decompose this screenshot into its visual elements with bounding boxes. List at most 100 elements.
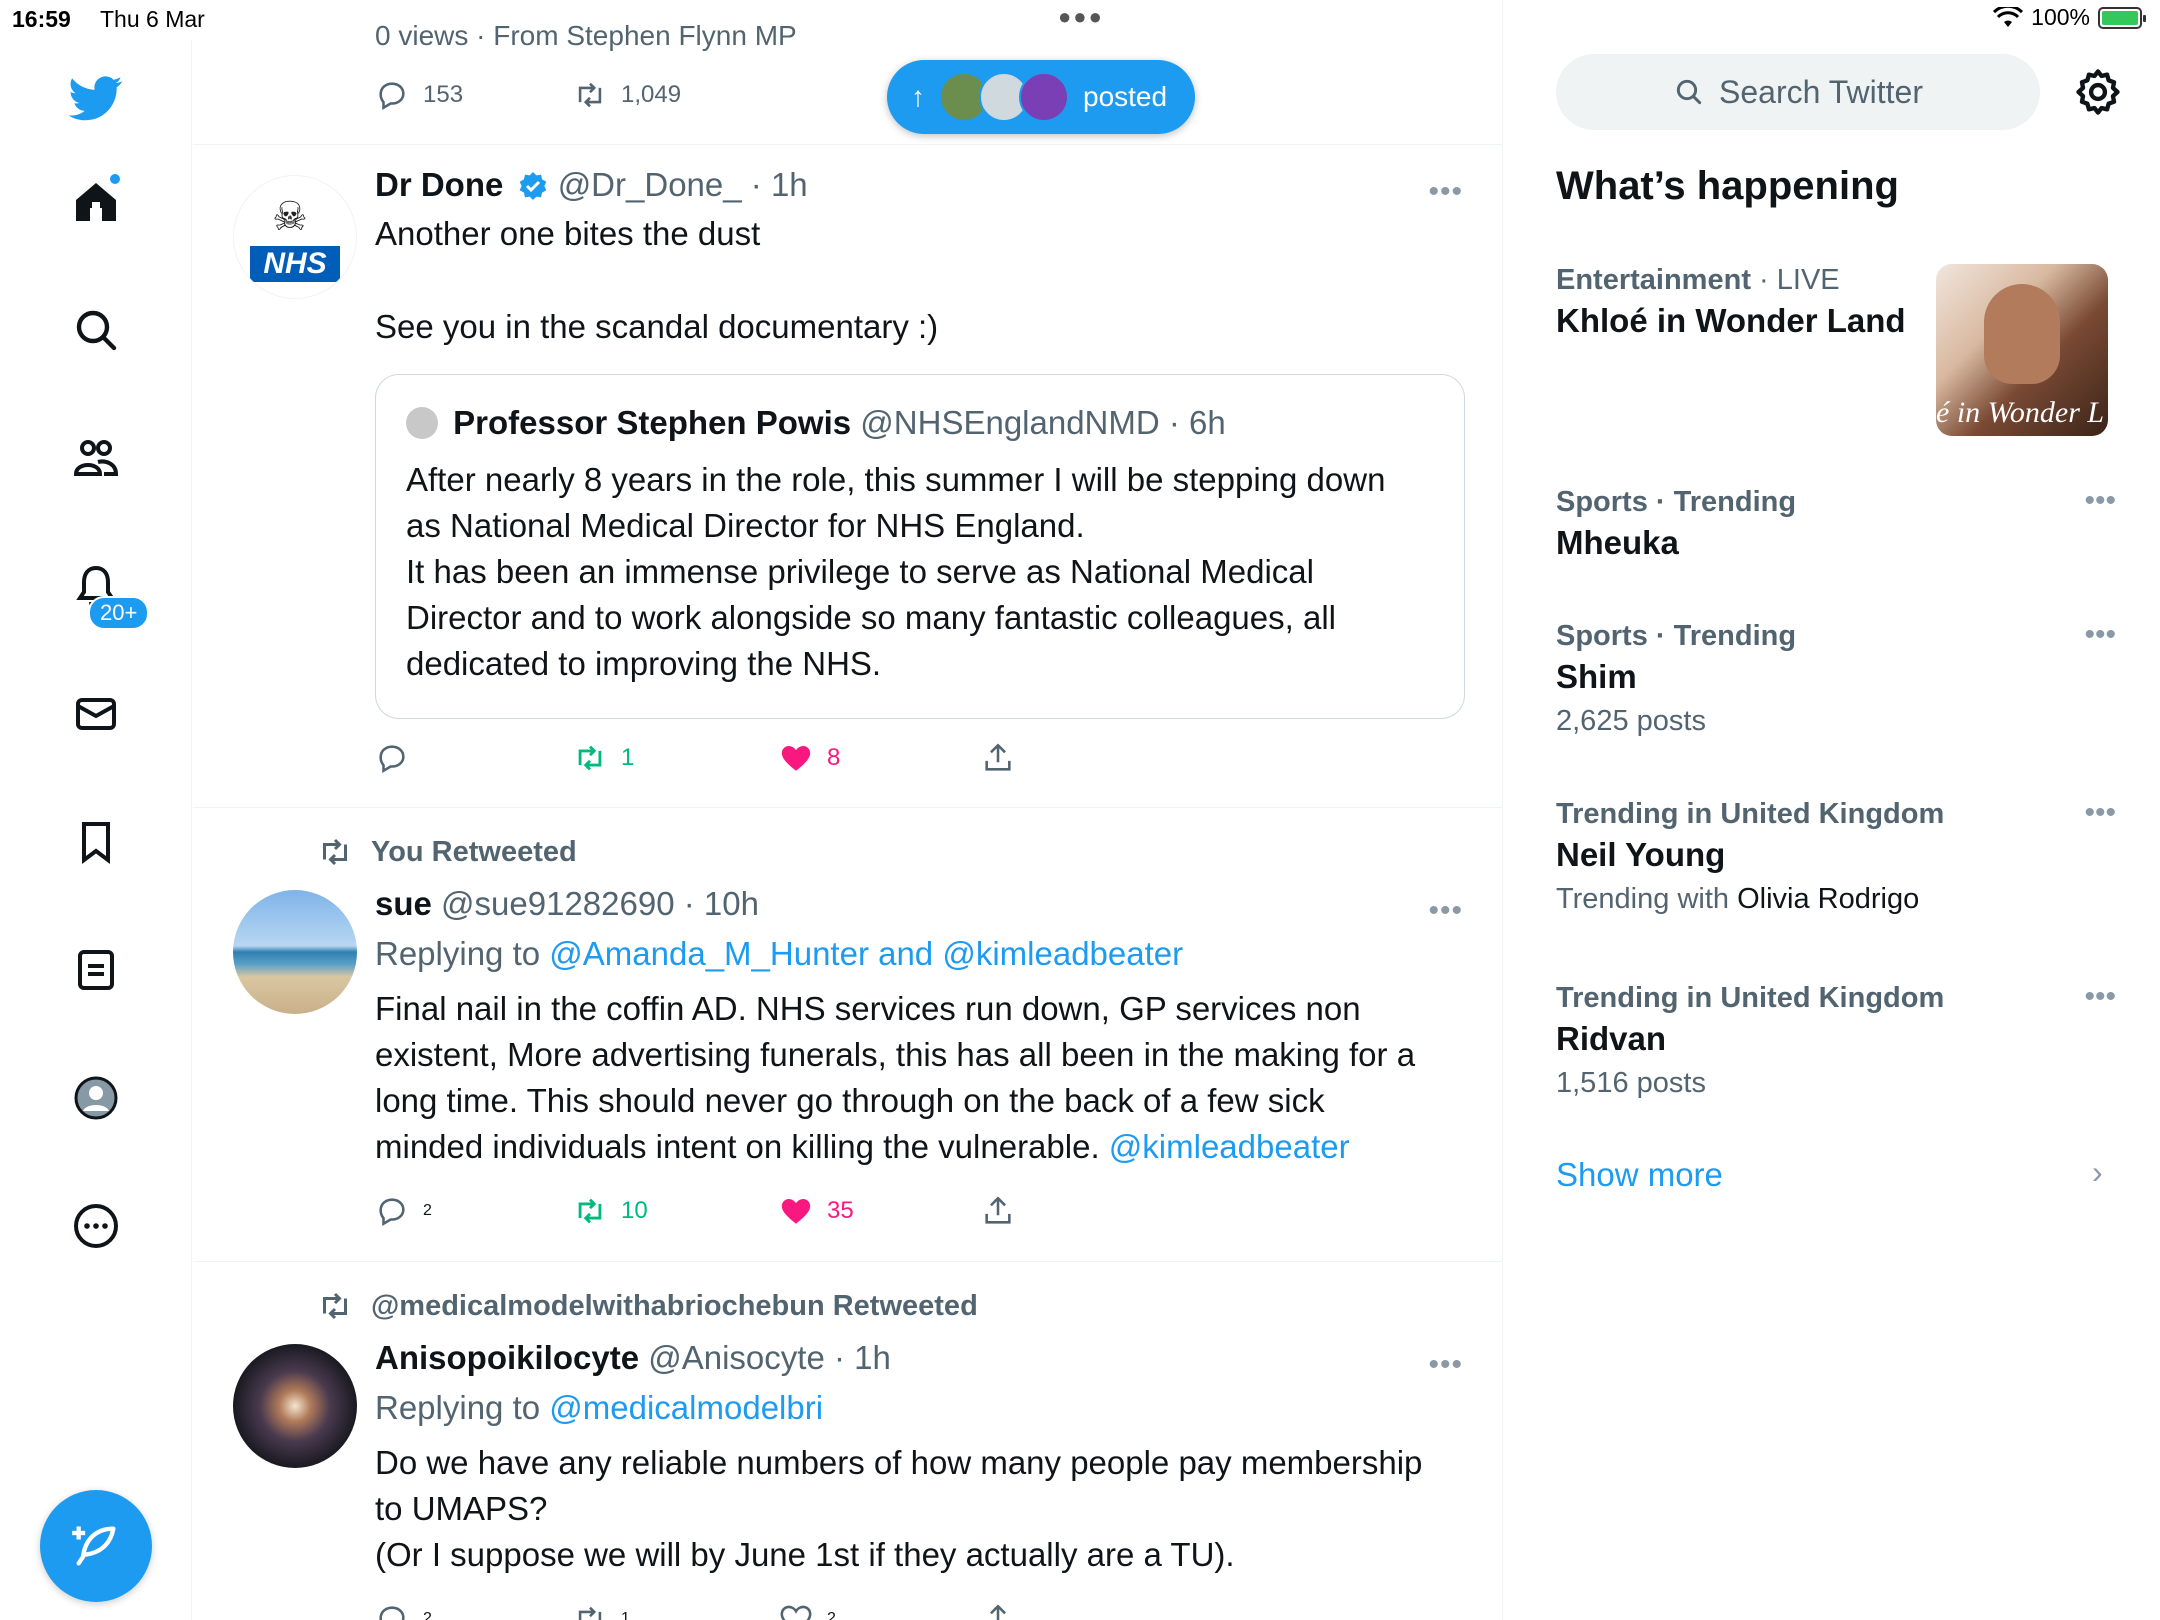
messages-envelope-icon[interactable] (64, 682, 128, 746)
tweet-more-options-icon[interactable]: ••• (1428, 1348, 1463, 1382)
avatar[interactable] (233, 890, 357, 1014)
trend-category-label: Entertainment (1556, 264, 1751, 296)
reply-button[interactable]: 2 (375, 1194, 432, 1228)
reply-button[interactable] (375, 741, 409, 775)
tweet-time[interactable]: · 1h (751, 166, 808, 203)
timeline[interactable]: 0 views · From Stephen Flynn MP 153 1,04… (193, 0, 1503, 1620)
trend-more-options-icon[interactable]: ••• (2084, 484, 2116, 518)
mention-link[interactable]: @kimleadbeater (1109, 1128, 1350, 1165)
like-button[interactable]: 8 (779, 741, 840, 775)
search-icon (1676, 79, 1702, 105)
retweet-button[interactable]: 1 (573, 741, 634, 775)
arrow-up-icon: ↑ (911, 81, 925, 112)
tweet[interactable]: ☠ NHS Dr Done @Dr_Done_ · 1h Another one… (193, 145, 1502, 808)
tweet-more-options-icon[interactable]: ••• (1428, 894, 1463, 928)
more-options-icon[interactable] (64, 1194, 128, 1258)
tweet-text-line: Do we have any reliable numbers of how m… (375, 1444, 1423, 1481)
author-name[interactable]: Dr Done (375, 166, 503, 203)
wifi-icon (1993, 6, 2024, 27)
quote-text-line: Director and to work alongside so many f… (406, 599, 1336, 636)
share-button[interactable] (981, 741, 1015, 775)
tweet-body: sue @sue91282690 · 10h Replying to @Aman… (375, 884, 1465, 1170)
author-handle[interactable]: @Anisocyte (648, 1339, 825, 1376)
trend-image[interactable]: é in Wonder L (1936, 264, 2108, 436)
retweet-icon (578, 745, 602, 771)
retweet-button[interactable]: 10 (573, 1194, 648, 1228)
trend-item[interactable]: Trending in United Kingdom Neil Young Tr… (1556, 796, 2116, 920)
explore-search-icon[interactable] (64, 298, 128, 362)
trend-live-label: · LIVE (1750, 264, 1840, 296)
retweeted-by-label[interactable]: You Retweeted (371, 836, 577, 869)
tweet-time[interactable]: · 1h (834, 1339, 891, 1376)
retweeted-by: @medicalmodelwithabriochebun Retweeted (317, 1288, 978, 1324)
pill-avatar (1019, 72, 1069, 122)
reply-button[interactable]: 153 (375, 78, 463, 112)
chevron-right-icon[interactable]: › (2092, 1154, 2103, 1191)
pill-avatars (939, 72, 1069, 122)
retweet-button[interactable]: 1 (573, 1602, 630, 1620)
bookmarks-icon[interactable] (64, 810, 128, 874)
author-handle[interactable]: @Dr_Done_ (558, 166, 742, 203)
tweet-header: Anisopoikilocyte @Anisocyte · 1h (375, 1338, 1465, 1378)
share-icon (985, 1196, 1011, 1224)
trend-more-options-icon[interactable]: ••• (2084, 796, 2116, 830)
author-name[interactable]: sue (375, 885, 432, 922)
battery-percent: 100% (2031, 4, 2090, 30)
trend-item[interactable]: Sports · Trending Shim 2,625 posts ••• (1556, 618, 2116, 742)
trend-more-options-icon[interactable]: ••• (2084, 618, 2116, 652)
show-more-link[interactable]: Show more (1556, 1156, 1723, 1194)
status-right: 100% (1993, 4, 2146, 31)
share-button[interactable] (981, 1194, 1015, 1228)
tweet[interactable]: You Retweeted sue @sue91282690 · 10h Rep… (193, 808, 1502, 1262)
share-icon (985, 743, 1011, 771)
replying-to-mentions[interactable]: @medicalmodelbri (549, 1389, 823, 1426)
home-unread-dot (108, 172, 122, 186)
retweeted-by: You Retweeted (317, 834, 577, 870)
trend-title: Neil Young (1556, 836, 1726, 873)
avatar[interactable] (233, 1344, 357, 1468)
like-button[interactable]: 35 (779, 1194, 854, 1228)
lists-icon[interactable] (64, 938, 128, 1002)
author-handle[interactable]: @sue91282690 (441, 885, 675, 922)
new-posts-pill[interactable]: ↑ posted (887, 60, 1195, 134)
heart-outline-icon (780, 1605, 812, 1620)
tweet-more-options-icon[interactable]: ••• (1428, 175, 1463, 209)
quote-text-line: After nearly 8 years in the role, this s… (406, 461, 1386, 498)
replying-to-label: Replying to (375, 1389, 541, 1426)
communities-icon[interactable] (64, 426, 128, 490)
trend-post-count: 2,625 posts (1556, 705, 1706, 737)
retweet-small-icon (323, 838, 347, 866)
quote-tweet[interactable]: Professor Stephen Powis @NHSEnglandNMD ·… (375, 374, 1465, 719)
like-button[interactable]: 2 (779, 1602, 836, 1620)
replying-to-mentions[interactable]: @Amanda_M_Hunter and @kimleadbeater (549, 935, 1183, 972)
retweeted-by-label[interactable]: @medicalmodelwithabriochebun Retweeted (371, 1290, 978, 1323)
tweet-text-line: Another one bites the dust (375, 215, 761, 252)
trend-item[interactable]: Trending in United Kingdom Ridvan 1,516 … (1556, 980, 2116, 1104)
retweet-icon (578, 82, 602, 108)
settings-gear-icon[interactable] (2072, 66, 2124, 118)
twitter-logo-icon[interactable] (64, 66, 128, 130)
tweet-partial[interactable]: 0 views · From Stephen Flynn MP 153 1,04… (193, 0, 1502, 145)
avatar[interactable]: ☠ NHS (233, 175, 357, 299)
trend-related-prefix: Trending with (1556, 883, 1738, 915)
tweet-text-line: long time. This should never go through … (375, 1082, 1325, 1119)
search-input[interactable]: Search Twitter (1556, 54, 2040, 130)
tweet-text-line: See you in the scandal documentary :) (375, 308, 939, 345)
author-name[interactable]: Anisopoikilocyte (375, 1339, 639, 1376)
profile-avatar-icon[interactable] (64, 1066, 128, 1130)
reply-button[interactable]: 2 (375, 1602, 432, 1620)
tweet-text-line: (Or I suppose we will by June 1st if the… (375, 1536, 1235, 1573)
tweet-body: Dr Done @Dr_Done_ · 1h Another one bites… (375, 165, 1465, 350)
tweet-time[interactable]: · 10h (684, 885, 759, 922)
replying-to: Replying to @medicalmodelbri (375, 1388, 1465, 1428)
retweet-count: 1 (621, 744, 635, 771)
compose-tweet-button[interactable] (40, 1490, 152, 1602)
retweet-button[interactable]: 1,049 (573, 78, 681, 112)
trend-more-options-icon[interactable]: ••• (2084, 980, 2116, 1014)
trend-image-text: é in Wonder L (1936, 396, 2105, 429)
share-button[interactable] (981, 1602, 1015, 1620)
quote-time: · 6h (1168, 404, 1226, 441)
notifications-badge: 20+ (88, 596, 150, 630)
trend-item[interactable]: Sports · Trending Mheuka ••• (1556, 484, 2116, 566)
tweet[interactable]: @medicalmodelwithabriochebun Retweeted A… (193, 1262, 1502, 1620)
